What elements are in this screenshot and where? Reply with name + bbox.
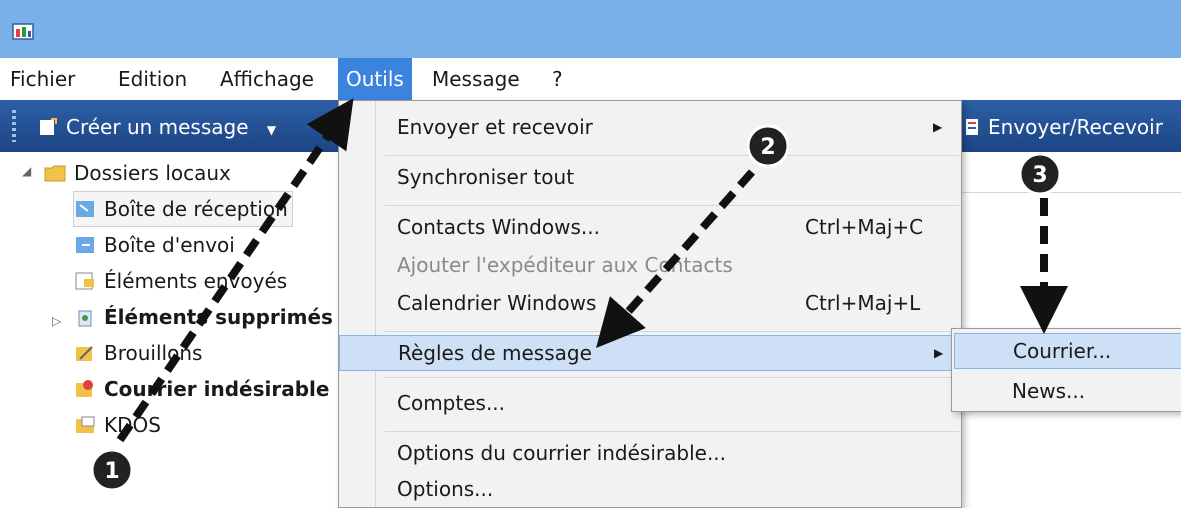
- new-message-icon: [40, 118, 57, 135]
- menu-separator: [385, 431, 959, 432]
- tree-item-outbox[interactable]: Boîte d'envoi: [74, 228, 235, 262]
- menu-item-windows-contacts[interactable]: Contacts Windows... Ctrl+Maj+C: [339, 209, 959, 245]
- menu-item-accounts[interactable]: Comptes...: [339, 385, 959, 421]
- menu-item-sync-all[interactable]: Synchroniser tout: [339, 159, 959, 195]
- tree-label: Brouillons: [104, 341, 203, 365]
- menu-item-label: Synchroniser tout: [397, 165, 575, 189]
- menu-item-shortcut: Ctrl+Maj+C: [805, 215, 924, 239]
- submenu-item-label: News...: [1012, 379, 1086, 403]
- tree-label: Boîte d'envoi: [104, 233, 235, 257]
- menu-item-label: Contacts Windows...: [397, 215, 600, 239]
- menu-separator: [385, 331, 959, 332]
- submenu-item-news[interactable]: News...: [954, 373, 1181, 409]
- send-receive-icon: [966, 119, 978, 135]
- tree-label: KDOS: [104, 413, 161, 437]
- tree-item-junk[interactable]: Courrier indésirable: [74, 372, 329, 406]
- tree-label: Éléments envoyés: [104, 269, 288, 293]
- menu-item-label: Options...: [397, 477, 494, 501]
- tree-label: Courrier indésirable: [104, 377, 330, 401]
- drafts-icon: [76, 346, 93, 361]
- sent-items-icon: [75, 272, 94, 290]
- message-rules-submenu: Courrier... News...: [951, 328, 1181, 412]
- tree-label: Boîte de réception: [104, 197, 288, 221]
- app-icon: [12, 23, 34, 40]
- tools-menu: Envoyer et recevoir ▶ Synchroniser tout …: [338, 100, 962, 508]
- menu-item-add-sender: Ajouter l'expéditeur aux Contacts: [339, 247, 959, 283]
- menu-item-label: Ajouter l'expéditeur aux Contacts: [397, 253, 733, 277]
- tree-item-sent[interactable]: Éléments envoyés: [74, 264, 287, 298]
- tree-item-inbox[interactable]: Boîte de réception: [73, 191, 293, 227]
- inbox-icon: [76, 201, 94, 217]
- title-bar: [0, 0, 1181, 58]
- menu-item-options[interactable]: Options...: [339, 471, 959, 507]
- menu-fichier[interactable]: Fichier: [2, 58, 83, 100]
- menu-separator: [385, 377, 959, 378]
- create-message-button[interactable]: Créer un message ▼: [38, 112, 276, 142]
- menu-item-windows-calendar[interactable]: Calendrier Windows Ctrl+Maj+L: [339, 285, 959, 321]
- chevron-down-icon[interactable]: ▼: [267, 123, 276, 137]
- menu-item-message-rules[interactable]: Règles de message ▶: [339, 335, 961, 371]
- submenu-arrow-icon: ▶: [933, 120, 943, 134]
- menu-item-shortcut: Ctrl+Maj+L: [805, 291, 921, 315]
- menu-item-junk-options[interactable]: Options du courrier indésirable...: [339, 435, 959, 471]
- menu-item-label: Règles de message: [398, 341, 592, 365]
- tree-item-kdos[interactable]: KDOS: [74, 408, 161, 442]
- tree-item-local-folders[interactable]: Dossiers locaux: [44, 156, 231, 190]
- menu-outils[interactable]: Outils: [338, 58, 412, 100]
- send-receive-label: Envoyer/Recevoir: [988, 115, 1163, 139]
- menu-message[interactable]: Message: [424, 58, 528, 100]
- junk-mail-icon: [76, 380, 93, 397]
- menu-affichage[interactable]: Affichage: [212, 58, 322, 100]
- create-message-label: Créer un message: [66, 115, 249, 139]
- submenu-item-label: Courrier...: [1013, 339, 1112, 363]
- folder-pane: ◢ Dossiers locaux Boîte de réception Boî…: [0, 152, 340, 506]
- menu-bar: Fichier Edition Affichage Outils Message…: [0, 58, 1181, 100]
- tree-item-deleted[interactable]: Éléments supprimés: [74, 300, 333, 334]
- tree-label: Éléments supprimés: [104, 305, 333, 329]
- message-list-header: [960, 152, 1181, 193]
- folder-icon: [44, 165, 66, 182]
- tree-item-drafts[interactable]: Brouillons: [74, 336, 202, 370]
- menu-item-label: Envoyer et recevoir: [397, 115, 593, 139]
- toolbar-grip: [12, 110, 16, 142]
- menu-separator: [385, 205, 959, 206]
- menu-help[interactable]: ?: [544, 58, 571, 100]
- menu-edition[interactable]: Edition: [110, 58, 195, 100]
- outbox-icon: [76, 237, 94, 253]
- menu-item-label: Options du courrier indésirable...: [397, 441, 727, 465]
- menu-separator: [385, 155, 959, 156]
- menu-item-label: Comptes...: [397, 391, 506, 415]
- folder-mail-icon: [76, 416, 95, 433]
- menu-item-send-receive[interactable]: Envoyer et recevoir ▶: [339, 109, 959, 145]
- submenu-arrow-icon: ▶: [934, 346, 944, 360]
- expand-arrow-icon[interactable]: ▷: [52, 314, 61, 328]
- menu-item-label: Calendrier Windows: [397, 291, 597, 315]
- collapse-arrow-icon[interactable]: ◢: [22, 164, 31, 178]
- submenu-item-mail[interactable]: Courrier...: [954, 333, 1181, 369]
- recycle-bin-icon: [78, 310, 92, 327]
- tree-label: Dossiers locaux: [74, 161, 231, 185]
- send-receive-button[interactable]: Envoyer/Recevoir: [964, 112, 1163, 142]
